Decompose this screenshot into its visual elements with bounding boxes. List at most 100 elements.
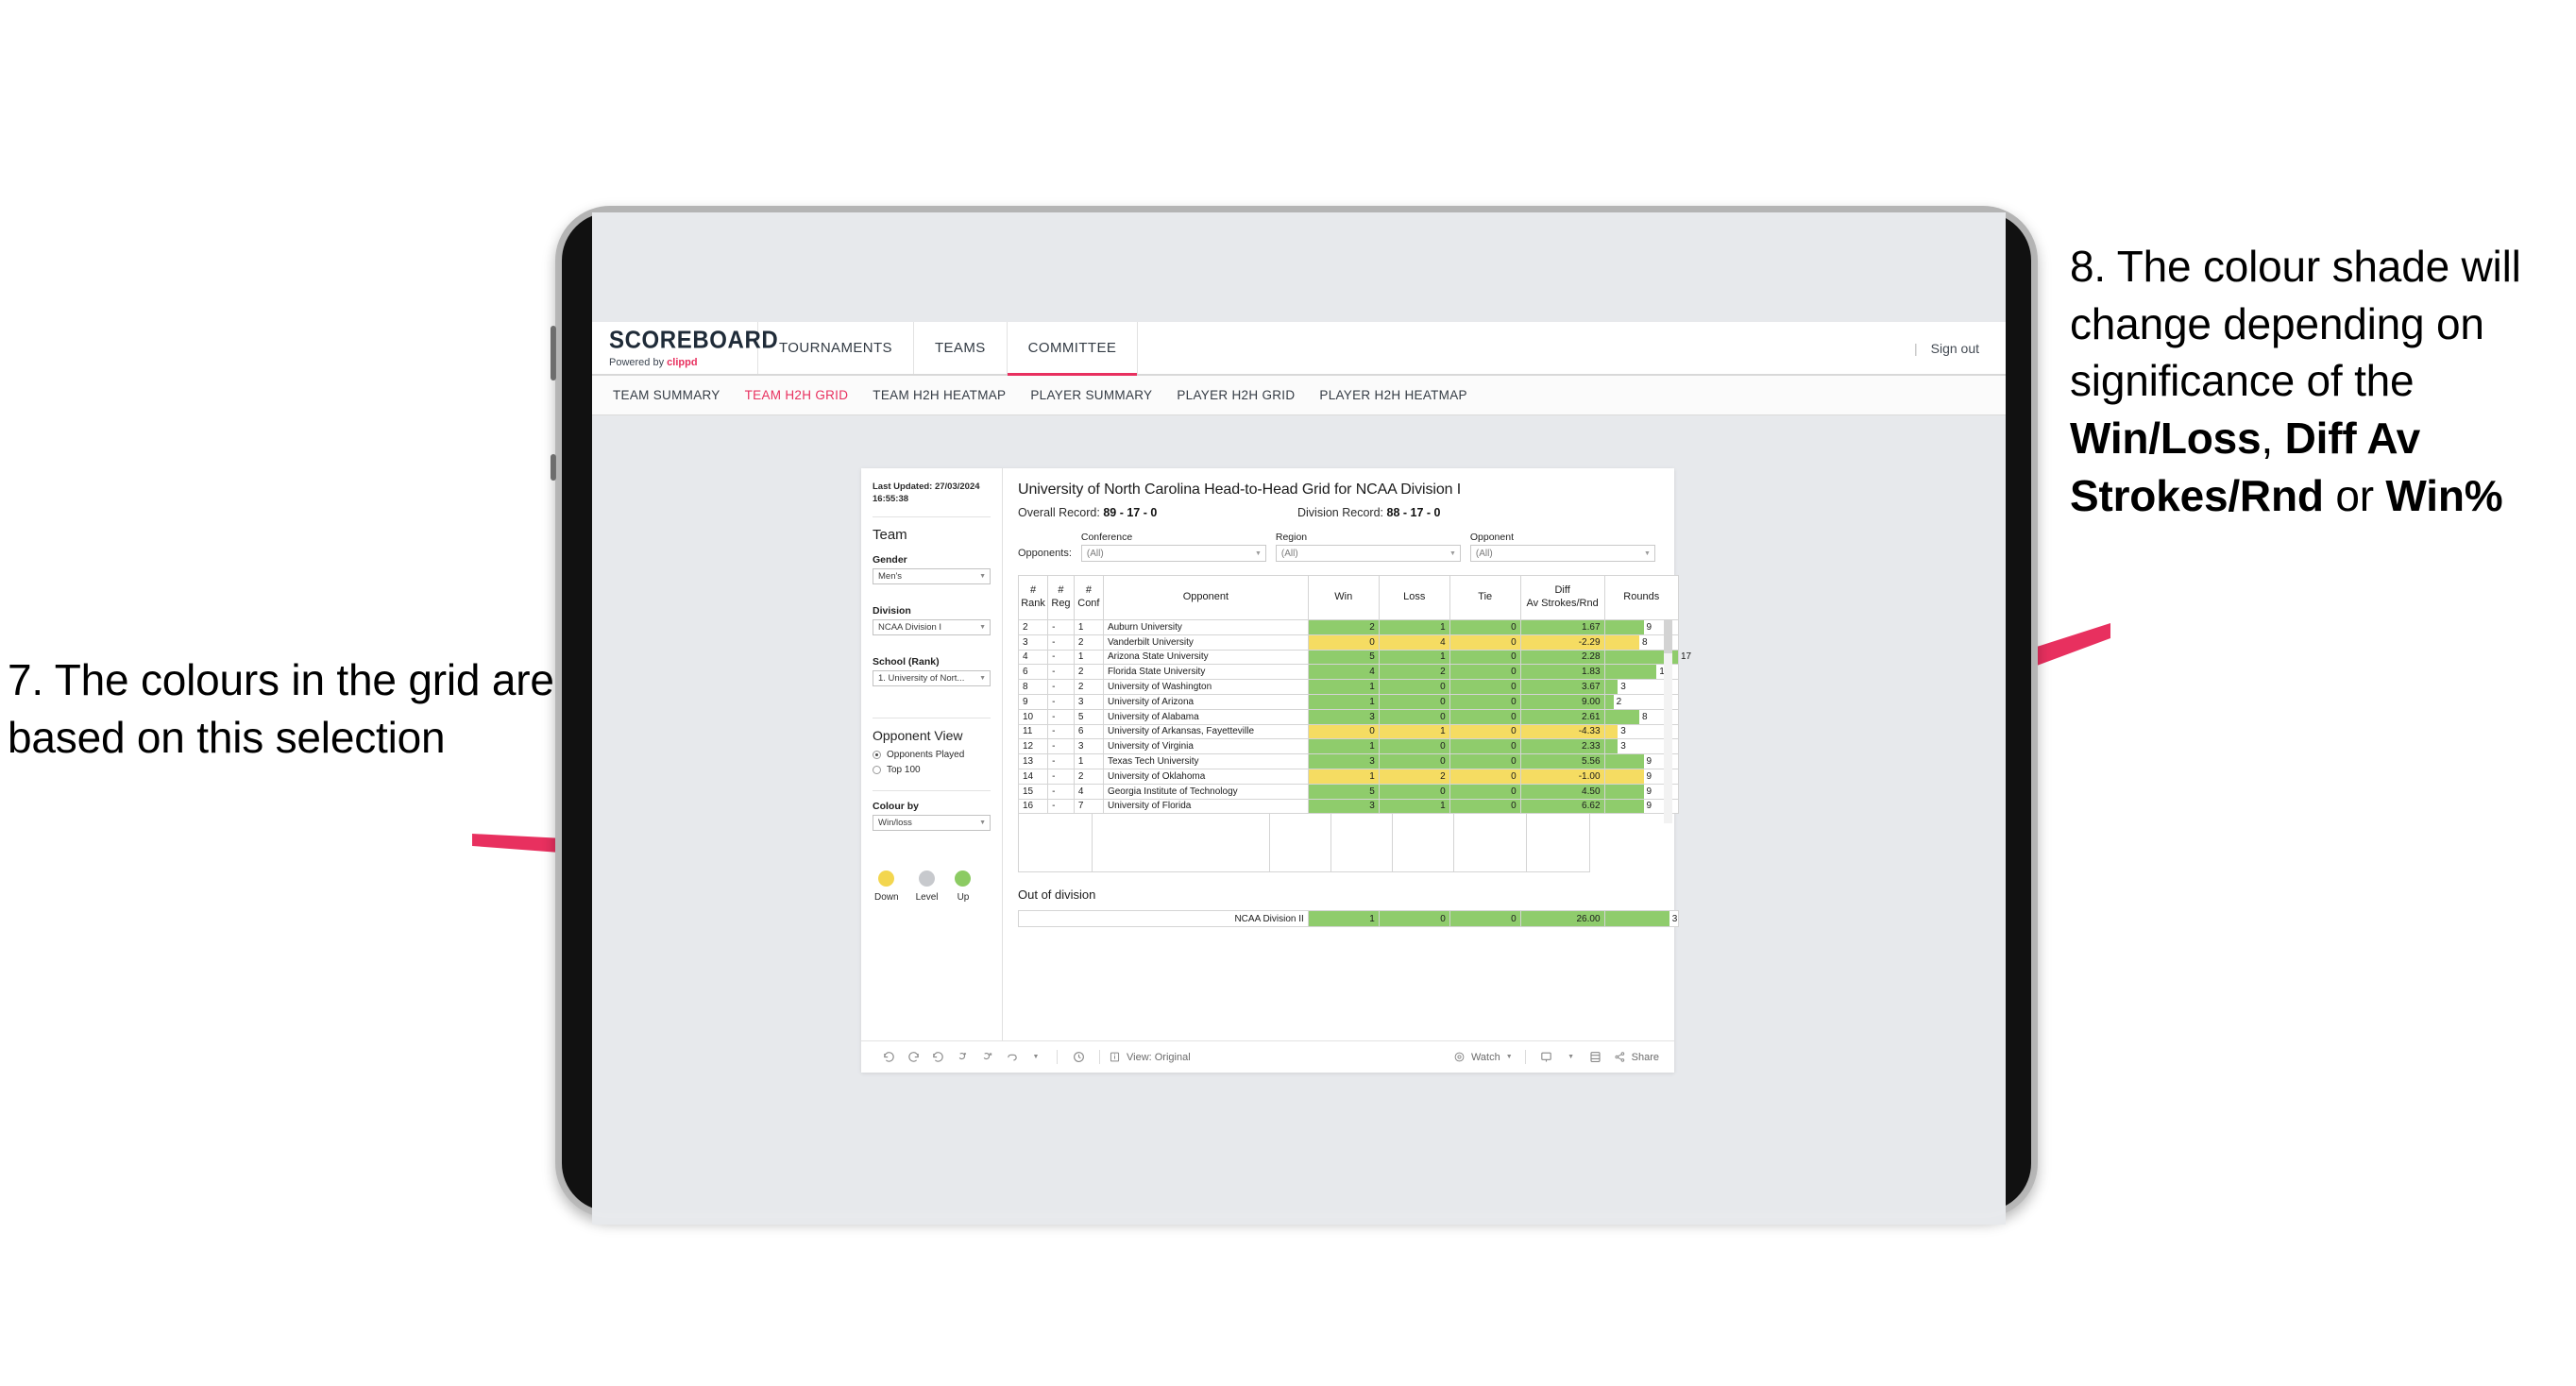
col-win[interactable]: Win [1307, 575, 1380, 620]
cell-reg: - [1047, 753, 1075, 769]
table-row[interactable]: 16-7 University of Florida 3 1 0 6.62 9 [1017, 798, 1680, 815]
table-row[interactable]: 2-1 Auburn University 2 1 0 1.67 9 [1017, 619, 1680, 635]
view-icon [1110, 1052, 1120, 1062]
topnav-item-committee[interactable]: COMMITTEE [1007, 322, 1139, 376]
view-original-button[interactable]: View: Original [1109, 1051, 1191, 1063]
clock-icon[interactable] [1066, 1045, 1091, 1070]
cell-tie: 0 [1449, 708, 1521, 725]
overall-record-label: Overall Record: [1018, 506, 1100, 519]
col-rank[interactable]: # Rank [1017, 575, 1049, 620]
view-original-label: View: Original [1127, 1051, 1191, 1063]
dropdown-caret-icon[interactable]: ▼ [1559, 1045, 1584, 1070]
col-tie[interactable]: Tie [1449, 575, 1521, 620]
col-diff[interactable]: Diff Av Strokes/Rnd [1519, 575, 1605, 620]
viz-main-panel: University of North Carolina Head-to-Hea… [1003, 468, 1691, 1040]
division-select[interactable]: NCAA Division I ▼ [873, 618, 991, 635]
cell-opponent: Florida State University [1102, 664, 1309, 681]
table-row[interactable]: 3-2 Vanderbilt University 0 4 0 -2.29 8 [1017, 634, 1680, 651]
cell-rank: 14 [1017, 768, 1049, 785]
col-loss[interactable]: Loss [1378, 575, 1450, 620]
brand-logo[interactable]: SCOREBOARD Powered by clippd [592, 322, 779, 374]
cell-reg: - [1047, 634, 1075, 651]
topnav-item-tournaments[interactable]: TOURNAMENTS [758, 322, 914, 374]
cell-rank: 8 [1017, 679, 1049, 695]
chevron-down-icon: ▼ [979, 819, 986, 826]
reset-icon[interactable] [999, 1045, 1024, 1070]
power-button [551, 454, 556, 481]
table-row[interactable]: 10-5 University of Alabama 3 0 0 2.61 8 [1017, 708, 1680, 725]
col-conf[interactable]: # Conf [1073, 575, 1104, 620]
subnav-item-player-h2h-heatmap[interactable]: PLAYER H2H HEATMAP [1319, 388, 1466, 402]
radio-top-100[interactable]: Top 100 [873, 765, 991, 775]
rounds-bar [1604, 739, 1618, 754]
cell-conf: 2 [1073, 634, 1104, 651]
col-opponent[interactable]: Opponent [1102, 575, 1309, 620]
cell-win: 0 [1307, 634, 1380, 651]
table-row[interactable]: 6-2Florida State University4201.8312 [1017, 664, 1680, 681]
radio-opponents-played[interactable]: Opponents Played [873, 750, 991, 760]
cell-opponent: Vanderbilt University [1102, 634, 1309, 651]
undo-icon[interactable] [876, 1045, 901, 1070]
table-row[interactable]: 15-4 Georgia Institute of Technology 5 0 0 4.… [1017, 783, 1680, 800]
subnav-item-player-h2h-grid[interactable]: PLAYER H2H GRID [1177, 388, 1295, 402]
gender-select[interactable]: Men's ▼ [873, 567, 991, 584]
col-reg[interactable]: # Reg [1047, 575, 1075, 620]
table-row[interactable]: 12-3 University of Virginia 1 0 0 2.33 3 [1017, 738, 1680, 755]
subnav-item-player-summary[interactable]: PLAYER SUMMARY [1030, 388, 1152, 402]
region-filter-label: Region [1275, 532, 1308, 543]
opponents-label: Opponents: [1018, 548, 1072, 559]
topnav-item-teams[interactable]: TEAMS [914, 322, 1008, 374]
share-icon [1615, 1052, 1624, 1062]
brand-title: SCOREBOARD [609, 326, 779, 355]
cell-tie: 0 [1449, 664, 1521, 681]
table-row[interactable]: 8-2 University of Washington 1 0 0 3.67 3 [1017, 679, 1680, 695]
cell-opponent: University of Florida [1102, 798, 1309, 815]
legend-item-up: Up [955, 870, 972, 903]
cell-opponent: Auburn University [1102, 619, 1309, 635]
cell-conf: 1 [1073, 753, 1104, 769]
signout-area: | Sign out [1914, 322, 2006, 374]
brand-powered-prefix: Powered by [609, 357, 668, 368]
cell-reg: - [1047, 768, 1075, 785]
subnav-item-team-h2h-grid[interactable]: TEAM H2H GRID [745, 388, 849, 402]
cell-conf: 4 [1073, 783, 1104, 800]
cell-conf: 1 [1073, 649, 1104, 666]
cell-rank: 11 [1017, 723, 1049, 740]
rounds-bar [1604, 680, 1618, 694]
viz-body: Last Updated: 27/03/2024 16:55:38 Team G… [861, 468, 1691, 1040]
fullscreen-icon[interactable] [1584, 1045, 1608, 1070]
table-row[interactable]: NCAA Division II 1 0 0 26.00 3 [1018, 910, 1680, 928]
revert-icon[interactable] [925, 1045, 950, 1070]
dropdown-caret-icon[interactable]: ▼ [1024, 1045, 1048, 1070]
pause-icon[interactable] [974, 1045, 999, 1070]
redo-icon[interactable] [901, 1045, 925, 1070]
cell-win: 0 [1307, 723, 1380, 740]
table-row[interactable]: 9-3 University of Arizona 1 0 0 9.00 2 [1017, 693, 1680, 710]
table-row[interactable]: 14-2 University of Oklahoma 1 2 0 -1.00 9 [1017, 768, 1680, 785]
table-row[interactable]: 13-1 Texas Tech University 3 0 0 5.56 9 [1017, 753, 1680, 769]
cell-loss: 4 [1378, 634, 1450, 651]
download-icon[interactable] [1534, 1045, 1559, 1070]
cell-win: 4 [1307, 664, 1380, 681]
records-row: Overall Record: 89 - 17 - 0 Division Rec… [1018, 506, 1661, 519]
col-rounds[interactable]: Rounds [1603, 575, 1680, 620]
table-row[interactable]: 11-6 University of Arkansas, Fayetteville… [1017, 723, 1680, 740]
colour-by-select[interactable]: Win/loss ▼ [873, 814, 991, 831]
rounds-bar [1604, 634, 1639, 650]
cell-reg: - [1047, 679, 1075, 695]
table-scrollbar-thumb[interactable] [1664, 619, 1672, 653]
subnav-item-team-summary[interactable]: TEAM SUMMARY [613, 388, 720, 402]
refresh-icon[interactable] [950, 1045, 974, 1070]
share-button[interactable]: Share [1614, 1051, 1659, 1063]
table-scrollbar[interactable] [1664, 619, 1672, 823]
conference-filter-select[interactable]: (All) ▼ [1080, 545, 1266, 562]
watch-button[interactable]: Watch ▼ [1453, 1051, 1513, 1063]
school-rank-select[interactable]: 1. University of Nort... ▼ [873, 669, 991, 686]
signout-link[interactable]: Sign out [1931, 341, 1979, 356]
subnav-item-team-h2h-heatmap[interactable]: TEAM H2H HEATMAP [873, 388, 1006, 402]
region-filter-select[interactable]: (All) ▼ [1275, 545, 1461, 562]
opponent-filter-select[interactable]: (All) ▼ [1469, 545, 1655, 562]
watch-icon [1454, 1052, 1465, 1062]
col-rank-label: # Rank [1021, 584, 1045, 609]
table-row[interactable]: 4-1 Arizona State University 5 1 0 2.28 17 [1017, 649, 1691, 666]
